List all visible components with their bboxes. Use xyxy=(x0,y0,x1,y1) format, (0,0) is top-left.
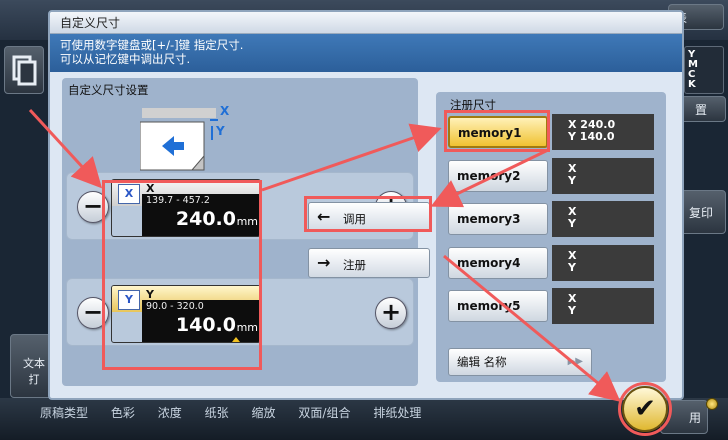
memory-value: X Y xyxy=(552,201,654,237)
memory-x: X xyxy=(568,162,577,175)
paper-orientation-diagram: X Y xyxy=(139,104,240,174)
memory-x: X xyxy=(568,205,577,218)
annotation-box-size-fields xyxy=(102,180,262,370)
diagram-x-label: X xyxy=(220,104,230,118)
memory-button[interactable]: memory4 xyxy=(448,247,548,279)
y-plus-button[interactable]: + xyxy=(375,297,407,329)
edit-name-button[interactable]: 编辑 名称 ▶▶ xyxy=(448,348,592,376)
memory-value: X Y xyxy=(552,288,654,324)
diagram-y-label: Y xyxy=(216,124,225,138)
memory-y: Y xyxy=(568,174,576,187)
memory-button[interactable]: memory5 xyxy=(448,290,548,322)
annotation-box-memory1 xyxy=(444,110,550,152)
memory-y: Y xyxy=(568,304,576,317)
memory-button[interactable]: memory3 xyxy=(448,203,548,235)
memory-y: Y xyxy=(568,217,576,230)
dialog-message: 可使用数字键盘或[+/-]键 指定尺寸. 可以从记忆键中调出尺寸. xyxy=(50,34,682,72)
copy-icon[interactable] xyxy=(4,46,44,94)
dialog-title: 自定义尺寸 xyxy=(50,12,682,34)
right-arrow-icon: → xyxy=(317,253,331,272)
memory-y: Y xyxy=(568,261,576,274)
size-settings-title: 自定义尺寸设置 xyxy=(68,83,149,97)
memory-value: X Y xyxy=(552,245,654,281)
bottom-tabs[interactable]: 原稿类型 色彩 浓度 纸张 缩放 双面/组合 排纸处理 xyxy=(40,404,421,421)
annotation-box-recall xyxy=(304,196,432,232)
register-button[interactable]: → 注册 xyxy=(308,248,430,278)
toner-level-icon: Y M C K xyxy=(684,46,724,94)
message-line-1: 可使用数字键盘或[+/-]键 指定尺寸. xyxy=(60,38,244,52)
register-label: 注册 xyxy=(343,258,366,272)
status-led-icon xyxy=(706,398,718,410)
message-line-2: 可以从记忆键中调出尺寸. xyxy=(60,52,191,66)
edit-name-label: 编辑 名称 xyxy=(457,355,507,369)
memory-x: X xyxy=(568,249,577,262)
memory-button[interactable]: memory2 xyxy=(448,160,548,192)
memory-value: X 240.0 Y 140.0 xyxy=(552,114,654,150)
double-arrow-icon: ▶▶ xyxy=(567,356,583,367)
memory-x: X xyxy=(568,292,577,305)
annotation-circle-ok xyxy=(618,382,672,436)
memory-y: Y 140.0 xyxy=(568,130,615,143)
memory-value: X Y xyxy=(552,158,654,194)
